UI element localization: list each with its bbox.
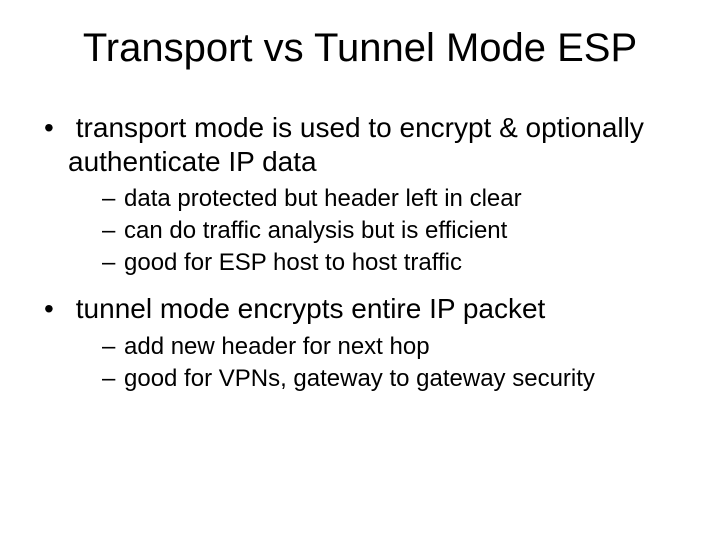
sub-bullet-item: good for VPNs, gateway to gateway securi… [102, 364, 690, 394]
bullet-list: transport mode is used to encrypt & opti… [30, 111, 690, 394]
sub-bullet-text: data protected but header left in clear [124, 185, 522, 212]
sub-bullet-item: can do traffic analysis but is efficient [102, 216, 690, 246]
sub-bullet-text: good for VPNs, gateway to gateway securi… [124, 365, 595, 392]
sub-bullet-item: add new header for next hop [102, 332, 690, 362]
bullet-text: tunnel mode encrypts entire IP packet [76, 293, 546, 324]
bullet-item: transport mode is used to encrypt & opti… [44, 111, 690, 278]
slide: Transport vs Tunnel Mode ESP transport m… [0, 0, 720, 540]
sub-bullet-item: good for ESP host to host traffic [102, 248, 690, 278]
sub-bullet-text: good for ESP host to host traffic [124, 249, 462, 276]
bullet-text: transport mode is used to encrypt & opti… [68, 112, 644, 177]
bullet-item: tunnel mode encrypts entire IP packet ad… [44, 292, 690, 394]
sub-bullet-text: can do traffic analysis but is efficient [124, 217, 507, 244]
sub-bullet-item: data protected but header left in clear [102, 184, 690, 214]
slide-title: Transport vs Tunnel Mode ESP [30, 26, 690, 71]
sub-bullet-text: add new header for next hop [124, 333, 430, 360]
sub-bullet-list: data protected but header left in clear … [68, 184, 690, 278]
sub-bullet-list: add new header for next hop good for VPN… [68, 332, 690, 394]
